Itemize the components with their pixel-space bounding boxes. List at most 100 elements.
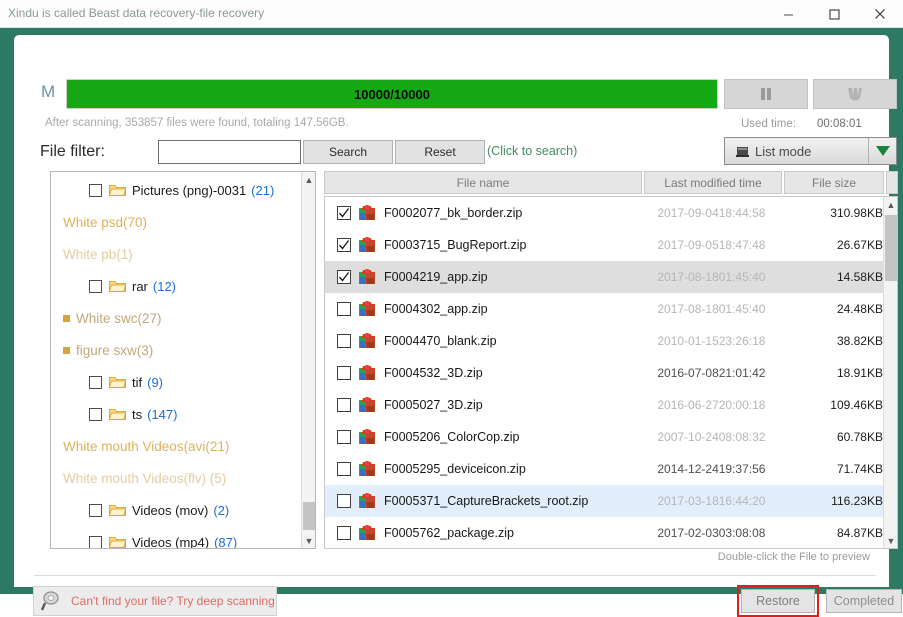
table-row[interactable]: F0002077_bk_border.zip 2017-09-0418:44:58… <box>325 197 883 229</box>
folder-icon <box>109 407 126 421</box>
app-content-area: M 10000/10000 After scanning, 353857 fil… <box>14 35 902 617</box>
zip-file-icon <box>359 301 375 317</box>
tree-item[interactable]: rar (12) <box>51 270 301 302</box>
tree-item-ghost[interactable]: White psd(70) <box>51 206 301 238</box>
tree-item-checkbox[interactable] <box>89 375 102 389</box>
column-header-file-size[interactable]: File size <box>784 171 884 194</box>
cell-file-name: F0005027_3D.zip <box>384 398 483 412</box>
zip-file-icon <box>359 397 375 413</box>
tree-item-ghost[interactable]: White mouth Videos(avi(21) <box>51 430 301 462</box>
stop-button[interactable] <box>813 79 897 109</box>
cell-file-name: F0005371_CaptureBrackets_root.zip <box>384 494 589 508</box>
column-header-last-modified[interactable]: Last modified time <box>644 171 782 194</box>
cell-last-modified: 2014-12-2419:37:56 <box>657 462 766 476</box>
cell-file-size: 38.82KB <box>836 334 883 348</box>
table-row[interactable]: F0004532_3D.zip 2016-07-0821:01:42 18.91KB <box>325 357 883 389</box>
list-scroll-up-icon[interactable]: ▲ <box>884 197 897 212</box>
file-list-header: File name Last modified time File size <box>324 171 898 194</box>
tree-item-ghost[interactable]: White mouth Videos(flv) (5) <box>51 462 301 494</box>
cell-file-name: F0002077_bk_border.zip <box>384 206 523 220</box>
minimize-icon <box>783 13 793 16</box>
cell-file-size: 71.74KB <box>836 462 883 476</box>
tree-scroll-thumb[interactable] <box>303 502 315 530</box>
tree-item[interactable]: tif (9) <box>51 366 301 398</box>
tree-item-checkbox[interactable] <box>89 279 102 293</box>
cell-file-size: 84.87KB <box>836 526 883 540</box>
file-rows-container: F0002077_bk_border.zip 2017-09-0418:44:58… <box>325 197 883 548</box>
table-row[interactable]: F0005371_CaptureBrackets_root.zip 2017-03… <box>325 485 883 517</box>
reset-button[interactable]: Reset <box>395 140 485 164</box>
cell-last-modified: 2017-03-1816:44:20 <box>657 494 766 508</box>
folder-icon <box>109 183 126 197</box>
file-type-tree-panel[interactable]: Pictures (png)-0031 (21) White psd(70) Whit… <box>50 171 316 549</box>
close-button[interactable] <box>857 0 903 28</box>
tree-scroll-down-icon[interactable]: ▼ <box>302 533 315 548</box>
list-scroll-thumb[interactable] <box>885 215 897 281</box>
table-row[interactable]: F0004219_app.zip 2017-08-1801:45:40 14.58K… <box>325 261 883 293</box>
column-header-file-name[interactable]: File name <box>324 171 642 194</box>
file-list-panel: File name Last modified time File size F… <box>324 171 898 549</box>
table-row[interactable]: F0005762_package.zip 2017-02-0303:08:08 84… <box>325 517 883 548</box>
row-checkbox[interactable] <box>337 366 351 380</box>
table-row[interactable]: F0005206_ColorCop.zip 2007-10-2408:08:32 6… <box>325 421 883 453</box>
cell-last-modified: 2017-02-0303:08:08 <box>657 526 766 540</box>
cell-file-name: F0005762_package.zip <box>384 526 514 540</box>
table-row[interactable]: F0004470_blank.zip 2010-01-1523:26:18 38.8… <box>325 325 883 357</box>
file-list-body[interactable]: F0002077_bk_border.zip 2017-09-0418:44:58… <box>324 196 898 549</box>
view-mode-dropdown[interactable]: List mode <box>724 137 897 165</box>
row-checkbox[interactable] <box>337 494 351 508</box>
tree-item-checkbox[interactable] <box>89 503 102 517</box>
tree-item[interactable]: ts (147) <box>51 398 301 430</box>
zip-file-icon <box>359 429 375 445</box>
table-row[interactable]: F0004302_app.zip 2017-08-1801:45:40 24.48K… <box>325 293 883 325</box>
row-checkbox[interactable] <box>337 398 351 412</box>
tree-item[interactable]: Pictures (png)-0031 (21) <box>51 174 301 206</box>
row-checkbox[interactable] <box>337 206 351 220</box>
list-mode-icon <box>735 144 751 158</box>
zip-file-icon <box>359 365 375 381</box>
row-checkbox[interactable] <box>337 334 351 348</box>
cell-last-modified: 2017-08-1801:45:40 <box>657 270 766 284</box>
row-checkbox[interactable] <box>337 462 351 476</box>
row-checkbox[interactable] <box>337 270 351 284</box>
cell-file-name: F0005295_deviceicon.zip <box>384 462 526 476</box>
search-button[interactable]: Search <box>303 140 393 164</box>
view-mode-arrow-button[interactable] <box>868 138 896 164</box>
tree-item-count: (87) <box>214 534 238 549</box>
row-checkbox[interactable] <box>337 302 351 316</box>
file-filter-input[interactable] <box>158 140 301 164</box>
tree-item-checkbox[interactable] <box>89 535 102 548</box>
restore-button[interactable]: Restore <box>741 589 815 613</box>
folder-icon <box>109 279 126 293</box>
used-time-label: Used time: <box>741 118 796 130</box>
maximize-button[interactable] <box>811 0 857 28</box>
row-checkbox[interactable] <box>337 526 351 540</box>
checkmark-icon <box>338 272 350 282</box>
folder-icon <box>109 503 126 517</box>
cell-last-modified: 2016-07-0821:01:42 <box>657 366 766 380</box>
pause-button[interactable] <box>724 79 808 109</box>
tree-item-label: Videos (mp4) <box>132 534 210 549</box>
completed-button[interactable]: Completed <box>826 589 902 613</box>
tree-item-checkbox[interactable] <box>89 183 102 197</box>
list-scroll-down-icon[interactable]: ▼ <box>884 533 897 548</box>
tree-item[interactable]: Videos (mov) (2) <box>51 494 301 526</box>
file-list-scrollbar[interactable]: ▲ ▼ <box>883 197 897 548</box>
tree-item-ghost[interactable]: White swc(27) <box>51 302 301 334</box>
tree-item[interactable]: Videos (mp4) (87) <box>51 526 301 549</box>
close-icon <box>875 9 885 19</box>
tree-scrollbar[interactable]: ▲ ▼ <box>301 172 315 548</box>
tree-item-ghost[interactable]: figure sxw(3) <box>51 334 301 366</box>
table-row[interactable]: F0005027_3D.zip 2016-06-2720:00:18 109.46K… <box>325 389 883 421</box>
pause-icon <box>761 88 771 100</box>
table-row[interactable]: F0005295_deviceicon.zip 2014-12-2419:37:5… <box>325 453 883 485</box>
tree-item-ghost[interactable]: White pb(1) <box>51 238 301 270</box>
tree-scroll-up-icon[interactable]: ▲ <box>302 172 315 187</box>
footer-divider <box>34 575 876 576</box>
tree-item-checkbox[interactable] <box>89 407 102 421</box>
deep-scan-button[interactable]: Can't find your file? Try deep scanning <box>33 586 277 616</box>
row-checkbox[interactable] <box>337 430 351 444</box>
minimize-button[interactable] <box>765 0 811 28</box>
table-row[interactable]: F0003715_BugReport.zip 2017-09-0518:47:48… <box>325 229 883 261</box>
row-checkbox[interactable] <box>337 238 351 252</box>
